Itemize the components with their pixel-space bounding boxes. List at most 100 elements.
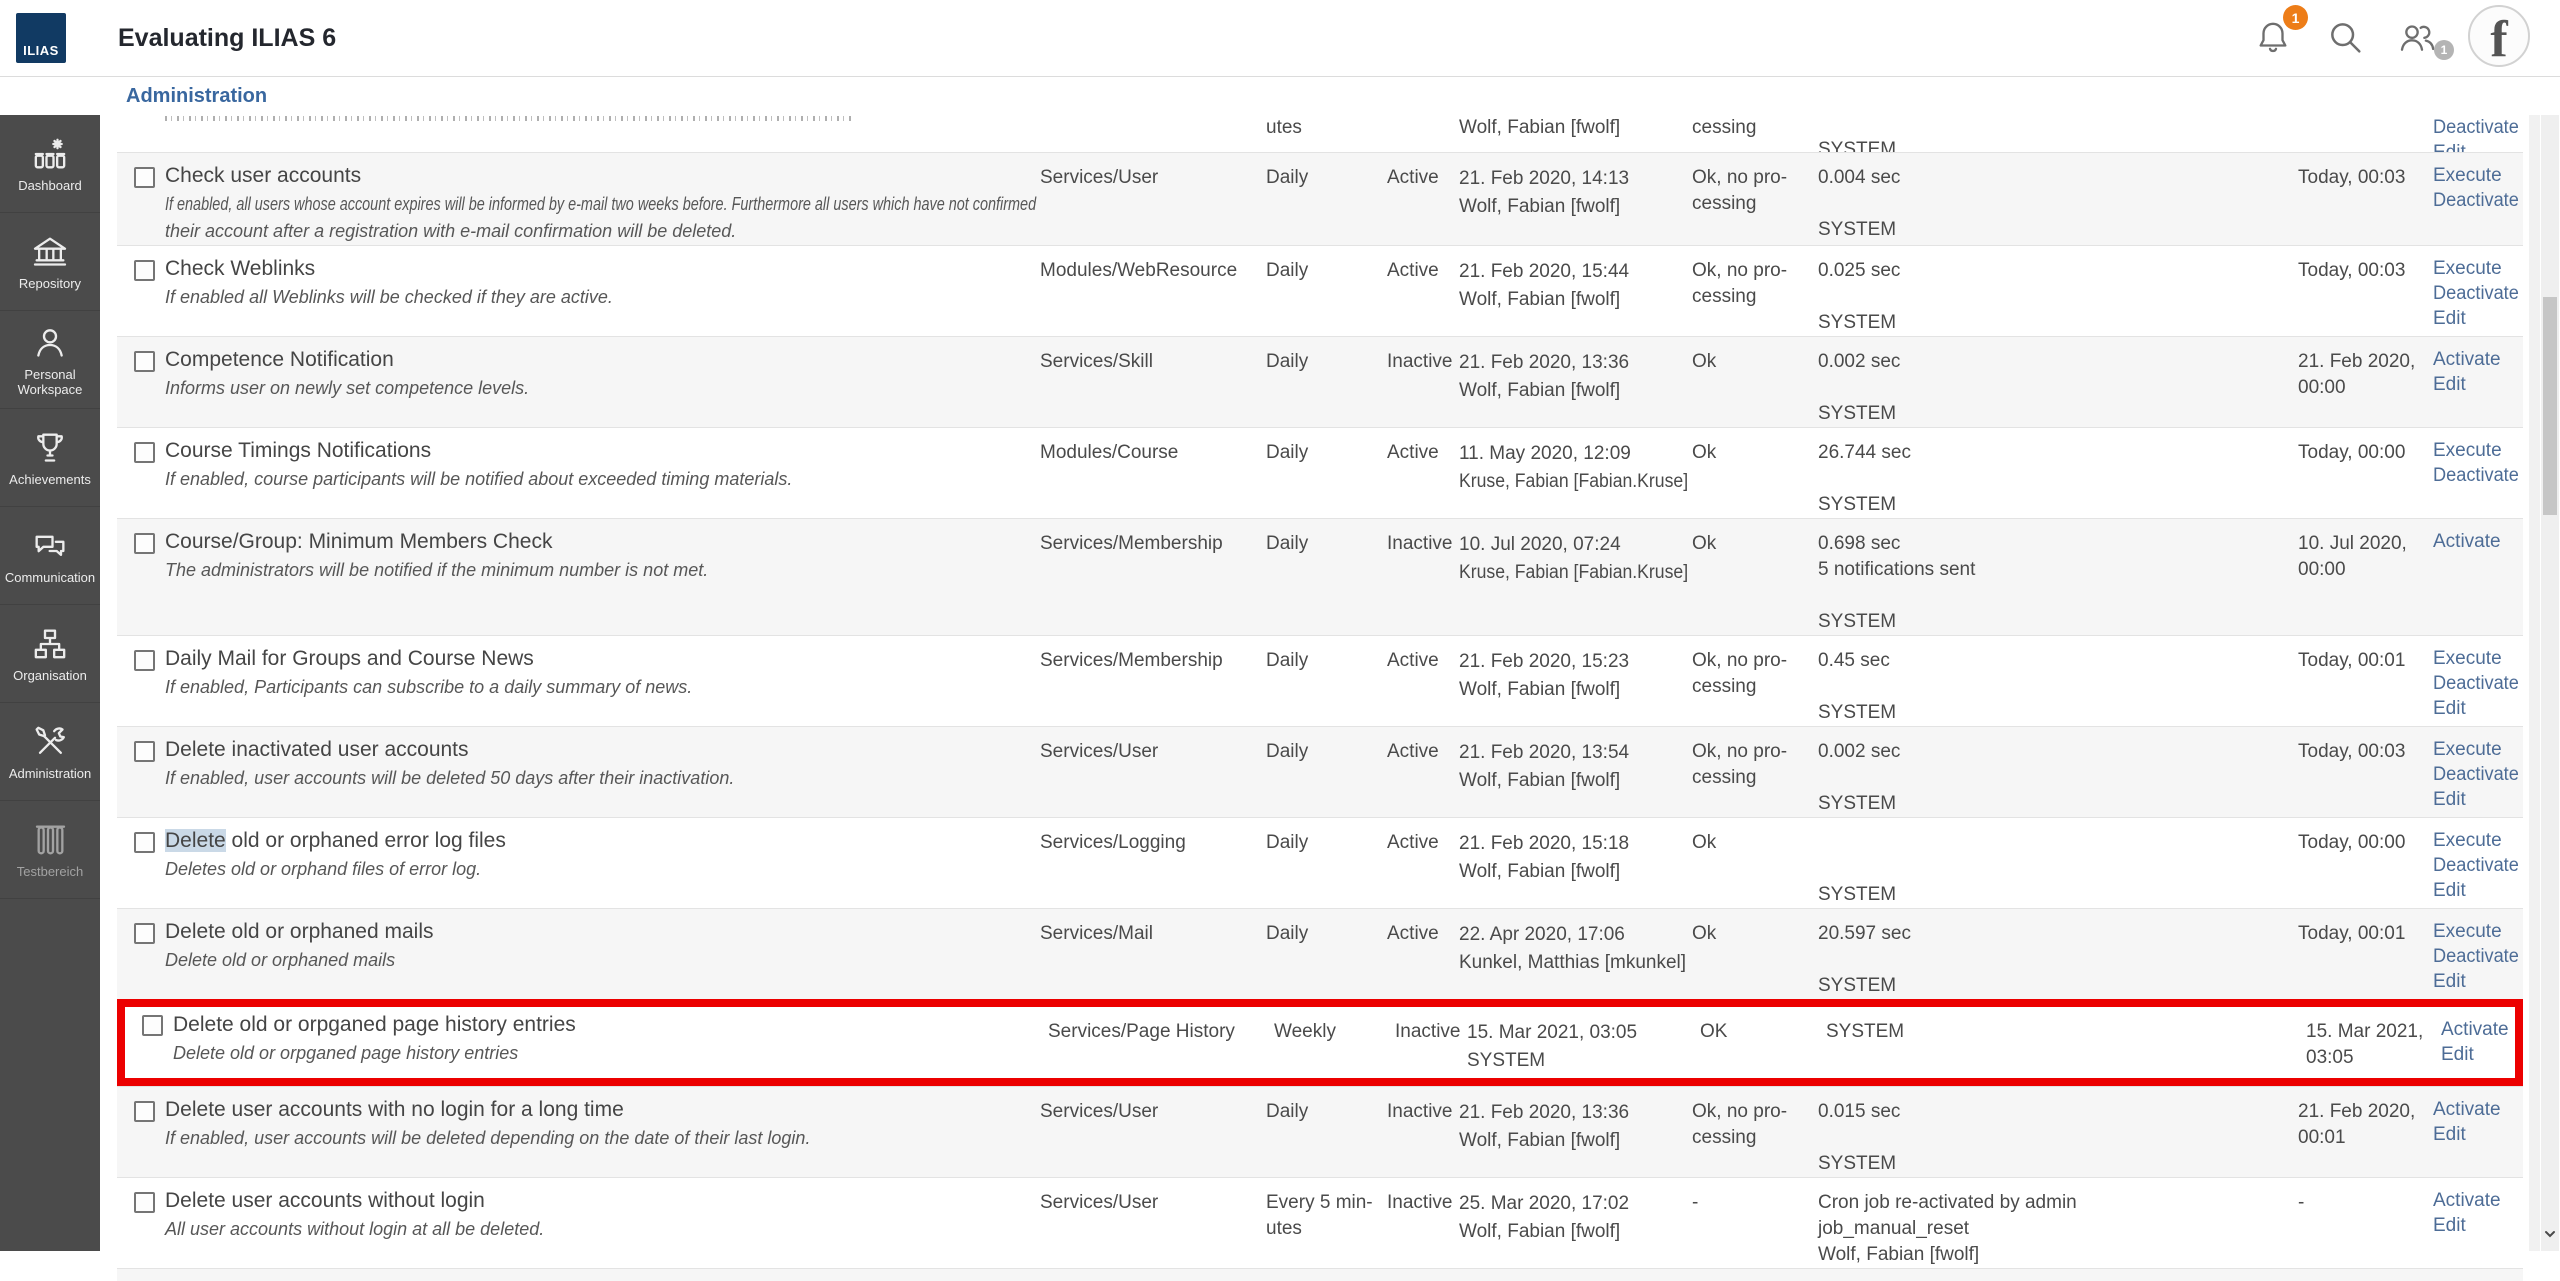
action-link-edit[interactable]: Edit <box>2433 878 2466 903</box>
action-link-edit[interactable]: Edit <box>2441 1042 2474 1067</box>
row-checkbox[interactable] <box>142 1015 163 1036</box>
status-cell: Active <box>1387 909 1459 999</box>
action-link-deactivate[interactable]: Deactivate <box>2433 115 2519 140</box>
action-link-edit[interactable]: Edit <box>2433 306 2466 331</box>
action-link-edit[interactable]: Edit <box>2433 969 2466 994</box>
result-info-cell: SYSTEM <box>1818 818 2298 908</box>
actions-cell: ExecuteDeactivateEdit <box>2433 909 2523 999</box>
result-cell: OK <box>1700 1007 1826 1078</box>
inner-scrollbar-track[interactable] <box>2529 115 2540 1251</box>
action-link-execute[interactable]: Execute <box>2433 438 2502 463</box>
who-is-online-badge: 1 <box>2434 40 2454 60</box>
scrollbar-thumb[interactable] <box>2543 297 2557 515</box>
schedule-cell: Weekly <box>1274 1007 1395 1078</box>
actions-cell: ActivateEdit <box>2433 337 2523 427</box>
actions-cell: ExecuteDeactivateEdit <box>2433 636 2523 726</box>
row-checkbox[interactable] <box>134 1101 155 1122</box>
action-link-execute[interactable]: Execute <box>2433 919 2502 944</box>
action-link-execute[interactable]: Execute <box>2433 256 2502 281</box>
action-link-edit[interactable]: Edit <box>2433 1122 2466 1147</box>
row-checkbox[interactable] <box>134 351 155 372</box>
search-button[interactable] <box>2326 18 2366 58</box>
job-description: Delete old or orpganed page history entr… <box>173 1040 1048 1067</box>
action-link-deactivate[interactable]: Deactivate <box>2433 853 2519 878</box>
result-cell: Ok <box>1692 337 1818 427</box>
scrollbar-track[interactable] <box>2541 80 2559 1251</box>
schedule-cell: Daily <box>1266 337 1387 427</box>
who-is-online-button[interactable] <box>2394 18 2440 58</box>
sidebar-item-communication[interactable]: Communication <box>0 507 100 605</box>
scroll-down-arrow[interactable] <box>2542 1226 2558 1242</box>
task-cell <box>165 115 1040 152</box>
action-link-edit[interactable]: Edit <box>2433 787 2466 812</box>
next-run-cell: Today, 00:03 <box>2298 246 2433 336</box>
sidebar-item-dashboard[interactable]: Dashboard <box>0 115 100 213</box>
row-checkbox[interactable] <box>134 1192 155 1213</box>
job-description: Deletes old or orphand files of error lo… <box>165 856 1040 883</box>
action-link-execute[interactable]: Execute <box>2433 646 2502 671</box>
row-checkbox[interactable] <box>134 832 155 853</box>
action-link-edit[interactable]: Edit <box>2433 140 2466 152</box>
breadcrumb-administration[interactable]: Administration <box>126 85 267 108</box>
action-link-deactivate[interactable]: Deactivate <box>2433 281 2519 306</box>
user-avatar[interactable]: f <box>2468 5 2530 67</box>
sidebar-item-administration[interactable]: Administration <box>0 703 100 801</box>
chat-icon <box>30 526 70 566</box>
action-link-deactivate[interactable]: Deactivate <box>2433 463 2519 488</box>
job-description: If enabled, user accounts will be delete… <box>165 765 1040 792</box>
schedule-cell: Daily <box>1266 428 1387 518</box>
sidebar-item-label: Administration <box>9 766 91 781</box>
action-link-activate[interactable]: Activate <box>2433 529 2501 554</box>
action-link-edit[interactable]: Edit <box>2433 1213 2466 1238</box>
action-link-deactivate[interactable]: Deactivate <box>2433 188 2519 213</box>
result-cell: - <box>1692 1178 1818 1268</box>
action-link-execute[interactable]: Execute <box>2433 737 2502 762</box>
last-run-cell: 15. Mar 2021, 03:05SYSTEM <box>1467 1007 1700 1078</box>
action-link-activate[interactable]: Activate <box>2441 1017 2509 1042</box>
task-cell: Daily Mail for Groups and Course NewsIf … <box>165 636 1040 726</box>
component-cell: Services/Page History <box>1048 1007 1274 1078</box>
action-link-activate[interactable]: Activate <box>2433 1097 2501 1122</box>
sidebar-item-organisation[interactable]: Organisation <box>0 605 100 703</box>
component-cell: Services/User <box>1040 727 1266 817</box>
action-link-activate[interactable]: Activate <box>2433 1188 2501 1213</box>
row-checkbox[interactable] <box>134 442 155 463</box>
task-cell: Delete old or orphaned mailsDelete old o… <box>165 909 1040 999</box>
search-highlight: Delete <box>165 829 226 852</box>
action-link-execute[interactable]: Execute <box>2433 163 2502 188</box>
result-info-cell: Cron job re-activated by adminjob_manual… <box>1818 1178 2298 1268</box>
row-checkbox[interactable] <box>134 741 155 762</box>
row-checkbox[interactable] <box>134 533 155 554</box>
sidebar-item-personal-workspace[interactable]: Personal Workspace <box>0 311 100 409</box>
sidebar-item-repository[interactable]: Repository <box>0 213 100 311</box>
repository-icon <box>30 232 70 272</box>
task-cell: Delete user accounts with no login for a… <box>165 1087 1040 1177</box>
job-description: Informs user on newly set competence lev… <box>165 375 1040 402</box>
table-row-highlighted: Delete old or orpganed page history entr… <box>117 999 2523 1086</box>
component-cell: Services/Membership <box>1040 519 1266 635</box>
action-link-deactivate[interactable]: Deactivate <box>2433 944 2519 969</box>
table-row: Delete inactivated user accountsIf enabl… <box>117 726 2523 817</box>
component-cell: Services/User <box>1040 153 1266 245</box>
component-cell: Modules/WebResource <box>1040 246 1266 336</box>
result-info-cell: 0.002 sec SYSTEM <box>1818 337 2298 427</box>
row-checkbox[interactable] <box>134 167 155 188</box>
action-link-deactivate[interactable]: Deactivate <box>2433 671 2519 696</box>
trophy-icon <box>30 428 70 468</box>
next-run-cell: Today, 00:01 <box>2298 909 2433 999</box>
action-link-edit[interactable]: Edit <box>2433 372 2466 397</box>
component-cell: Services/Membership <box>1040 636 1266 726</box>
ilias-logo[interactable]: ILIAS <box>16 13 66 63</box>
row-checkbox[interactable] <box>134 650 155 671</box>
next-run-cell: Today, 00:01 <box>2298 636 2433 726</box>
action-link-execute[interactable]: Execute <box>2433 828 2502 853</box>
next-run-cell: 10. Jul 2020,00:00 <box>2298 519 2433 635</box>
sidebar-item-achievements[interactable]: Achievements <box>0 409 100 507</box>
action-link-deactivate[interactable]: Deactivate <box>2433 762 2519 787</box>
row-checkbox[interactable] <box>134 923 155 944</box>
job-description: If enabled, user accounts will be delete… <box>165 1125 1040 1152</box>
sidebar-item-testbereich[interactable]: Testbereich <box>0 801 100 899</box>
row-checkbox[interactable] <box>134 260 155 281</box>
action-link-activate[interactable]: Activate <box>2433 347 2501 372</box>
action-link-edit[interactable]: Edit <box>2433 696 2466 721</box>
